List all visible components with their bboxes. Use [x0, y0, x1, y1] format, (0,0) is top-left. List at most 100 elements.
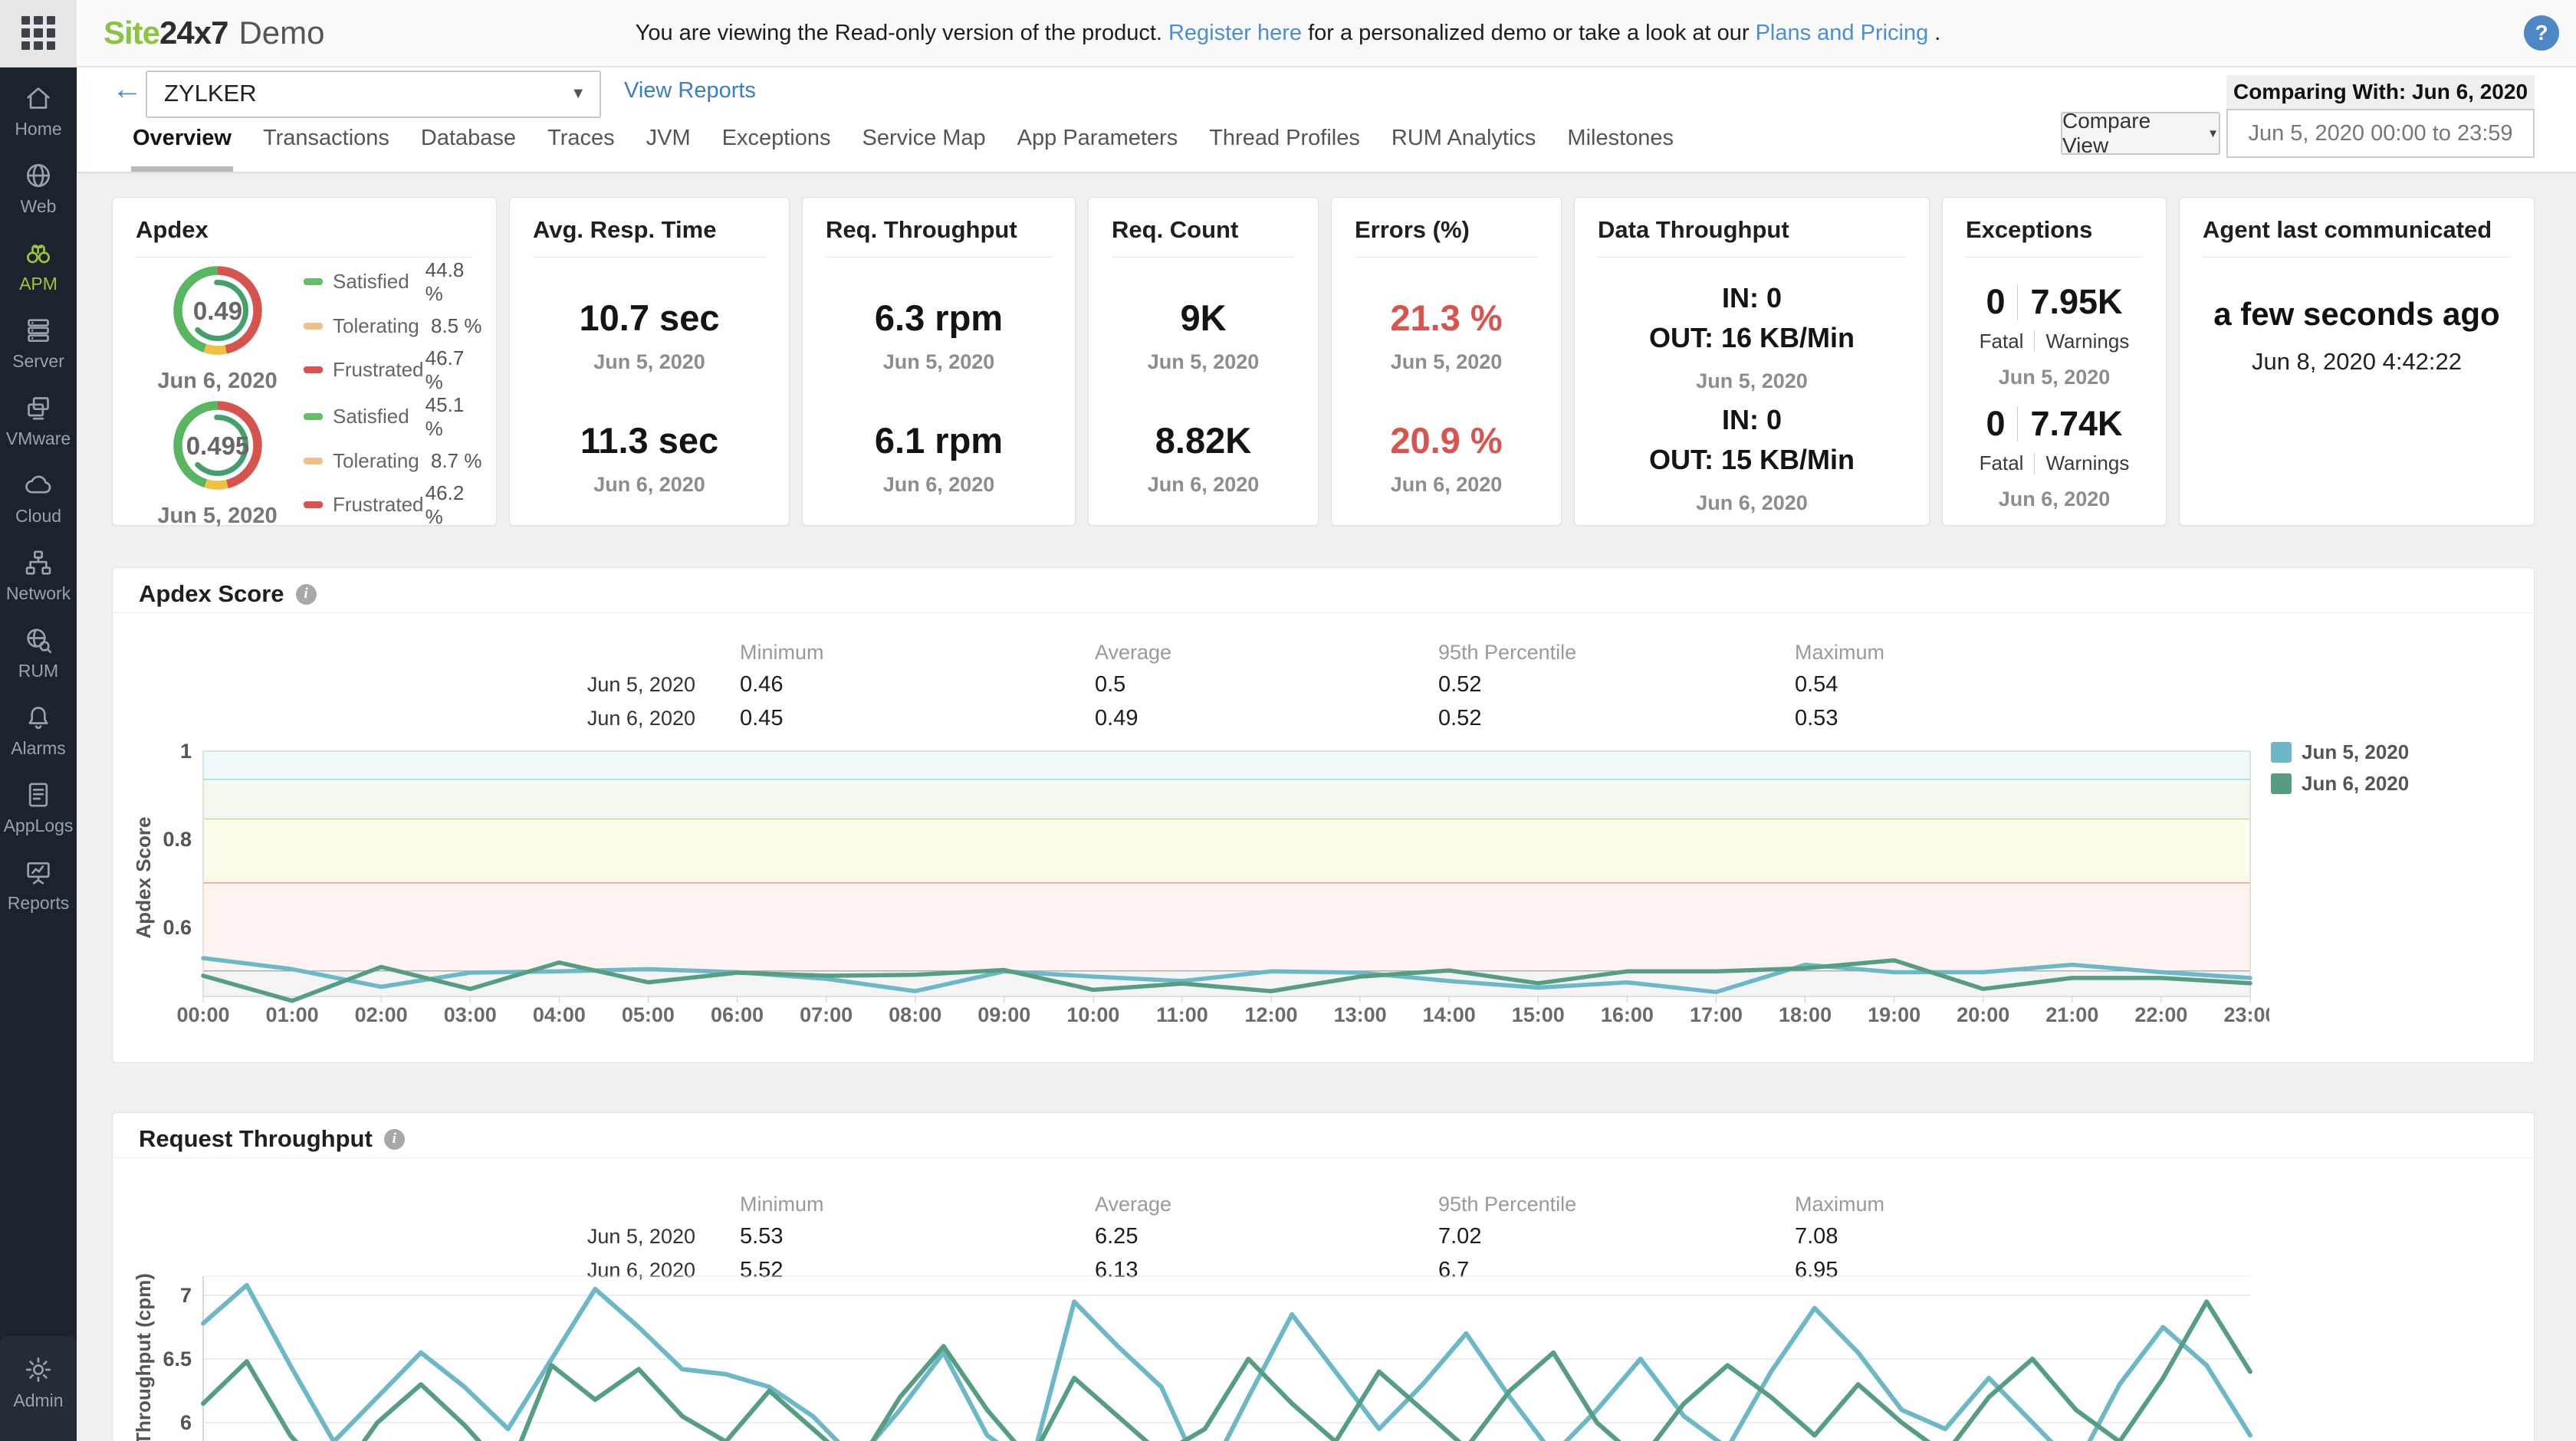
frustrated-swatch: [304, 366, 323, 373]
metric-date: Jun 6, 2020: [593, 473, 705, 497]
chevron-down-icon: ▼: [570, 72, 586, 115]
tab-exceptions[interactable]: Exceptions: [721, 126, 833, 172]
card-title: Avg. Resp. Time: [533, 216, 766, 244]
sidebar-item-apm[interactable]: APM: [0, 227, 77, 304]
svg-text:6: 6: [180, 1411, 192, 1434]
col-header-95th: 95th Percentile: [1438, 1193, 1576, 1216]
apdex-card: Apdex 0.49 Jun 6, 2020 Satisfied44.8 % T…: [112, 197, 497, 526]
tab-overview[interactable]: Overview: [131, 126, 233, 172]
svg-text:01:00: 01:00: [266, 1003, 319, 1026]
card-title: Agent last communicated: [2203, 216, 2511, 244]
sidebar-item-server[interactable]: Server: [0, 304, 77, 382]
sidebar-item-network[interactable]: Network: [0, 537, 77, 614]
metric-date: Jun 5, 2020: [1391, 350, 1503, 374]
register-here-link[interactable]: Register here: [1168, 21, 1302, 46]
svg-text:17:00: 17:00: [1690, 1003, 1743, 1026]
agent-last-communicated-card: Agent last communicated a few seconds ag…: [2179, 197, 2535, 526]
svg-text:04:00: 04:00: [533, 1003, 586, 1026]
tab-thread-profiles[interactable]: Thread Profiles: [1208, 126, 1362, 172]
legend-item-jun6[interactable]: Jun 6, 2020: [2271, 772, 2409, 796]
table-value: 0.52: [1438, 672, 1481, 698]
svg-text:20:00: 20:00: [1957, 1003, 2009, 1026]
view-reports-link[interactable]: View Reports: [624, 78, 756, 103]
home-icon: [23, 83, 54, 113]
card-title: Req. Count: [1112, 216, 1295, 244]
svg-text:0.6: 0.6: [163, 916, 192, 939]
tab-service-map[interactable]: Service Map: [861, 126, 987, 172]
plans-pricing-link[interactable]: Plans and Pricing: [1756, 21, 1929, 46]
sidebar-item-applogs[interactable]: AppLogs: [0, 769, 77, 846]
table-value: 0.54: [1795, 672, 1838, 698]
metric-value: 10.7 sec: [580, 297, 720, 339]
sidebar-item-vmware[interactable]: VMware: [0, 382, 77, 459]
info-icon[interactable]: i: [296, 584, 317, 605]
col-header-maximum: Maximum: [1795, 641, 1884, 665]
data-throughput-card: Data Throughput IN: 0OUT: 16 KB/Min Jun …: [1574, 197, 1930, 526]
reports-icon: [23, 857, 54, 888]
apm-binoculars-icon: [23, 238, 54, 268]
svg-text:10:00: 10:00: [1066, 1003, 1119, 1026]
site24x7-logo[interactable]: Site24x7 Demo: [104, 0, 325, 66]
svg-text:0.495: 0.495: [186, 432, 249, 460]
apps-grid-button[interactable]: [0, 0, 77, 66]
metric-date: Jun 5, 2020: [883, 350, 995, 374]
top-bar: You are viewing the Read-only version of…: [0, 0, 2576, 67]
sidebar-item-reports[interactable]: Reports: [0, 846, 77, 924]
compare-view-button[interactable]: Compare View▼: [2061, 112, 2220, 155]
tab-rum-analytics[interactable]: RUM Analytics: [1390, 126, 1538, 172]
time-range-picker[interactable]: Jun 5, 2020 00:00 to 23:59: [2226, 109, 2535, 158]
svg-text:Apdex Score: Apdex Score: [132, 817, 155, 939]
apdex-gauge-jun6: 0.49: [168, 261, 268, 364]
vmware-icon: [23, 392, 54, 423]
error-value: 20.9 %: [1390, 419, 1502, 461]
rum-icon: [23, 625, 54, 655]
sidebar-item-alarms[interactable]: Alarms: [0, 691, 77, 769]
tab-jvm[interactable]: JVM: [645, 126, 692, 172]
svg-text:18:00: 18:00: [1779, 1003, 1832, 1026]
sidebar-item-cloud[interactable]: Cloud: [0, 459, 77, 537]
help-icon[interactable]: ?: [2524, 15, 2559, 51]
col-header-95th: 95th Percentile: [1438, 641, 1576, 665]
sidebar-item-admin[interactable]: Admin: [0, 1344, 77, 1421]
tab-database[interactable]: Database: [419, 126, 518, 172]
metric-value: 6.3 rpm: [875, 297, 1003, 339]
tab-milestones[interactable]: Milestones: [1566, 126, 1675, 172]
table-value: 0.46: [740, 672, 783, 698]
req-count-card: Req. Count 9KJun 5, 2020 8.82KJun 6, 202…: [1088, 197, 1319, 526]
tab-app-parameters[interactable]: App Parameters: [1016, 126, 1180, 172]
tab-traces[interactable]: Traces: [546, 126, 616, 172]
metric-date: Jun 6, 2020: [883, 473, 995, 497]
application-selector[interactable]: ZYLKER ▼: [146, 71, 601, 118]
apdex-gauge-legend: Satisfied44.8 % Tolerating8.5 % Frustrat…: [304, 261, 484, 414]
page-header: ← ZYLKER ▼ View Reports Overview Transac…: [77, 66, 2576, 173]
metric-date: Jun 5, 2020: [1148, 350, 1260, 374]
col-header-maximum: Maximum: [1795, 1193, 1884, 1216]
satisfied-swatch: [304, 413, 323, 420]
metric-date: Jun 6, 2020: [1148, 473, 1260, 497]
sidebar-item-rum[interactable]: RUM: [0, 614, 77, 691]
satisfied-swatch: [304, 278, 323, 285]
svg-text:22:00: 22:00: [2134, 1003, 2187, 1026]
info-icon[interactable]: i: [384, 1129, 405, 1150]
card-title: Errors (%): [1355, 216, 1538, 244]
svg-text:06:00: 06:00: [711, 1003, 764, 1026]
sidebar-admin-section: Admin: [0, 1336, 77, 1441]
back-button[interactable]: ←: [112, 72, 143, 107]
svg-text:16:00: 16:00: [1601, 1003, 1654, 1026]
banner-text-mid: for a personalized demo or take a look a…: [1308, 21, 1750, 46]
sidebar-item-web[interactable]: Web: [0, 149, 77, 227]
table-value: 7.02: [1438, 1224, 1481, 1249]
sidebar-item-home[interactable]: Home: [0, 72, 77, 149]
server-icon: [23, 315, 54, 346]
svg-text:1: 1: [180, 740, 192, 763]
agent-timestamp: Jun 8, 2020 4:42:22: [2180, 348, 2534, 376]
tab-transactions[interactable]: Transactions: [261, 126, 391, 172]
applogs-icon: [23, 780, 54, 810]
comparing-with-label: Comparing With: Jun 6, 2020: [2226, 75, 2535, 109]
legend-item-jun5[interactable]: Jun 5, 2020: [2271, 740, 2409, 764]
row-label: Jun 5, 2020: [565, 673, 695, 697]
table-value: 0.49: [1095, 706, 1138, 731]
alarms-bell-icon: [23, 702, 54, 733]
svg-text:23:00: 23:00: [2223, 1003, 2269, 1026]
table-value: 0.52: [1438, 706, 1481, 731]
